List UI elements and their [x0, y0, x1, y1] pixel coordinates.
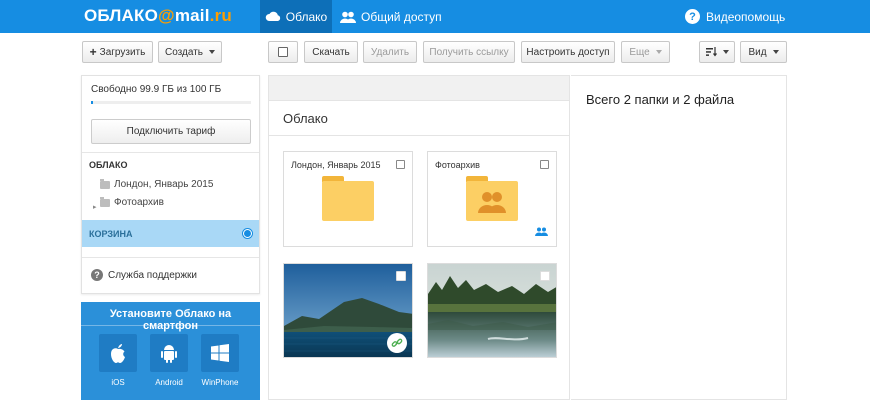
download-button[interactable]: Скачать — [304, 41, 358, 63]
logo-text-ru: .ru — [209, 6, 232, 25]
winphone-label: WinPhone — [201, 378, 239, 387]
trash-indicator-icon — [243, 229, 252, 238]
top-bar: ОБЛАКО@mail.ru Облако Общий доступ ? Вид… — [0, 0, 870, 33]
logo-text-oblako: ОБЛАКО — [84, 6, 159, 25]
promo-title: Установите Облако на смартфон — [109, 308, 232, 332]
checkbox-icon — [278, 47, 288, 57]
users-icon — [340, 11, 356, 23]
upload-button[interactable]: + Загрузить — [82, 41, 153, 63]
sort-icon — [705, 47, 717, 57]
chevron-down-icon — [772, 50, 779, 54]
divider — [82, 257, 259, 258]
ios-store-button[interactable] — [99, 334, 137, 372]
configure-access-label: Настроить доступ — [526, 46, 610, 58]
select-all-checkbox[interactable] — [268, 41, 298, 63]
view-label: Вид — [748, 46, 767, 58]
create-label: Создать — [164, 46, 203, 58]
folder-name: Лондон, Январь 2015 — [291, 160, 381, 170]
folder-checkbox[interactable] — [540, 160, 549, 169]
mobile-app-promo: Установите Облако на смартфон iOS Androi… — [81, 302, 260, 400]
storage-quota-bar — [91, 101, 251, 104]
photo-tile[interactable] — [427, 263, 557, 358]
apple-icon — [111, 343, 125, 363]
nav-shared-label: Общий доступ — [361, 9, 442, 24]
chevron-down-icon — [722, 50, 729, 54]
photo-forest-lake — [428, 264, 556, 357]
shared-indicator-icon — [535, 225, 548, 239]
photo-checkbox[interactable] — [540, 271, 550, 281]
folder-name: Фотоархив — [435, 160, 480, 170]
nav-cloud-label: Облако — [285, 9, 328, 24]
configure-access-button[interactable]: Настроить доступ — [521, 41, 615, 63]
windows-icon — [211, 344, 229, 362]
photo-checkbox[interactable] — [396, 271, 406, 281]
folder-header: Облако — [269, 100, 569, 136]
folder-tile[interactable]: Фотоархив — [427, 151, 557, 247]
question-icon: ? — [91, 269, 103, 281]
folder-tile[interactable]: Лондон, Январь 2015 — [283, 151, 413, 247]
sidebar-item-trash[interactable]: КОРЗИНА — [82, 220, 259, 247]
nav-shared-tab[interactable]: Общий доступ — [340, 0, 442, 33]
summary-text: Всего 2 папки и 2 файла — [586, 92, 735, 107]
nav-cloud-tab[interactable]: Облако — [260, 0, 332, 33]
folder-icon — [100, 178, 110, 189]
delete-label: Удалить — [370, 46, 410, 58]
get-link-button[interactable]: Получить ссылку — [423, 41, 515, 63]
folder-icon — [100, 196, 110, 207]
storage-quota-fill — [91, 101, 93, 104]
link-icon[interactable] — [387, 333, 407, 353]
chevron-down-icon — [655, 50, 662, 54]
nav-help-label: Видеопомощь — [706, 9, 786, 24]
android-store-button[interactable] — [150, 334, 188, 372]
sidebar-folder-label: Фотоархив — [114, 197, 164, 208]
folder-checkbox[interactable] — [396, 160, 405, 169]
more-button[interactable]: Еще — [621, 41, 670, 63]
ios-label: iOS — [111, 378, 125, 387]
sidebar: Свободно 99.9 ГБ из 100 ГБ Подключить та… — [81, 75, 260, 294]
connect-tariff-button[interactable]: Подключить тариф — [91, 119, 251, 144]
sidebar-folder-london[interactable]: Лондон, Январь 2015 — [100, 178, 214, 190]
plus-icon: + — [89, 45, 97, 59]
logo[interactable]: ОБЛАКО@mail.ru — [84, 6, 232, 26]
logo-text-mail: mail — [174, 6, 210, 25]
support-link[interactable]: ? Служба поддержки — [91, 269, 197, 281]
get-link-label: Получить ссылку — [429, 46, 509, 58]
photo-tile[interactable] — [283, 263, 413, 358]
sidebar-folder-photoarchive[interactable]: Фотоархив — [100, 196, 164, 208]
users-icon — [478, 192, 506, 213]
view-button[interactable]: Вид — [740, 41, 787, 63]
folder-icon — [322, 181, 374, 221]
divider — [81, 325, 260, 326]
help-icon: ? — [685, 9, 700, 24]
support-label: Служба поддержки — [108, 269, 198, 281]
divider — [82, 152, 259, 153]
create-button[interactable]: Создать — [158, 41, 222, 63]
delete-button[interactable]: Удалить — [363, 41, 417, 63]
more-label: Еще — [629, 46, 650, 58]
chevron-down-icon — [209, 50, 215, 54]
page-title: Облако — [283, 111, 328, 126]
nav-video-help[interactable]: ? Видеопомощь — [685, 0, 785, 33]
header-strip — [269, 76, 569, 100]
android-icon — [161, 344, 177, 363]
info-panel: Всего 2 папки и 2 файла — [571, 75, 787, 400]
upload-label: Загрузить — [99, 46, 146, 58]
winphone-store-button[interactable] — [201, 334, 239, 372]
download-label: Скачать — [312, 46, 350, 58]
trash-label: КОРЗИНА — [89, 229, 133, 239]
shared-folder-icon — [466, 181, 518, 221]
logo-at: @ — [158, 6, 175, 25]
sort-button[interactable] — [699, 41, 735, 63]
expand-arrow-icon[interactable]: ▸ — [93, 203, 97, 211]
cloud-icon — [265, 11, 280, 21]
android-label: Android — [155, 378, 183, 387]
file-area: Облако Лондон, Январь 2015 Фотоархив — [268, 75, 570, 400]
sidebar-section-cloud[interactable]: ОБЛАКО — [89, 160, 128, 170]
storage-quota-text: Свободно 99.9 ГБ из 100 ГБ — [91, 84, 222, 95]
sidebar-folder-label: Лондон, Январь 2015 — [114, 179, 214, 190]
